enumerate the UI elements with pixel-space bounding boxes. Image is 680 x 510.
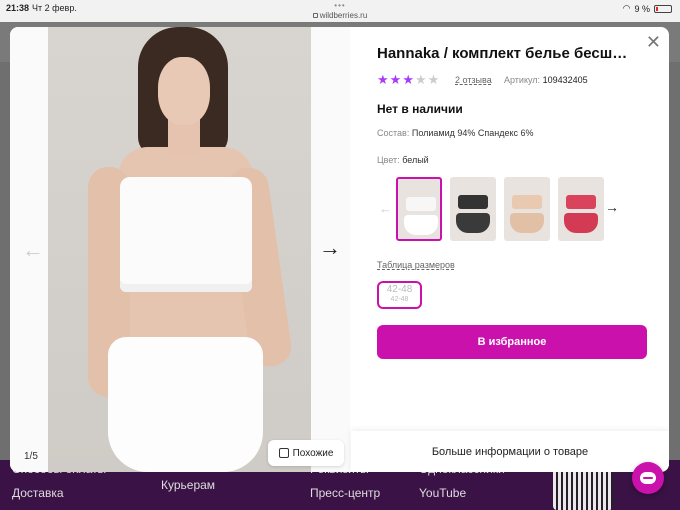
size-sub: 42-48 (390, 296, 409, 303)
reviews-link[interactable]: 2 отзыва (455, 75, 492, 85)
product-title: Hannaka / комплект белье бесш… (377, 45, 628, 62)
tab-dots: ••• (334, 1, 346, 10)
color-label: Цвет: белый (377, 155, 429, 165)
wifi-icon: ◠ (622, 3, 631, 13)
photo-next-icon[interactable]: → (319, 235, 341, 261)
footer-link-press[interactable]: Пресс-центр (310, 486, 380, 500)
size-main: 42-48 (386, 284, 413, 295)
product-photo[interactable] (48, 27, 311, 472)
similar-search-icon (278, 448, 289, 458)
address-bar[interactable]: wildberries.ru (0, 11, 680, 20)
chat-button[interactable] (632, 462, 664, 494)
photo-counter: 1/5 (24, 451, 38, 462)
color-variant-thumb[interactable] (558, 177, 604, 241)
more-info-button[interactable]: Больше информации о товаре (351, 431, 669, 472)
footer-link-youtube[interactable]: YouTube (419, 486, 466, 500)
color-variants: ← → (377, 177, 647, 243)
product-info: ✕ Hannaka / комплект белье бесш… ★ ★ ★ ★ ★ 2… (351, 27, 669, 472)
composition: Состав: Полиамид 94% Спандекс 6% (377, 128, 534, 138)
status-bar: 21:38 Чт 2 февр. ••• wildberries.ru ◠ 9 … (0, 0, 680, 22)
color-variant-thumb[interactable] (396, 177, 442, 241)
close-icon[interactable]: ✕ (646, 32, 661, 53)
footer-link-couriers[interactable]: Курьерам (161, 478, 215, 492)
size-table-link[interactable]: Таблица размеров (377, 260, 455, 270)
system-indicators: ◠ 9 % (623, 3, 672, 14)
photo-gallery: ← → 1/5 Похожие (10, 27, 350, 472)
star-icon: ★ (414, 72, 427, 87)
star-icon: ★ (427, 72, 440, 87)
rating-stars: ★ ★ ★ ★ ★ (377, 73, 439, 86)
size-option[interactable]: 42-48 42-48 (377, 281, 422, 309)
color-variant-thumb[interactable] (504, 177, 550, 241)
star-icon: ★ (389, 72, 402, 87)
color-variant-thumb[interactable] (450, 177, 496, 241)
photo-prev-icon[interactable]: ← (22, 237, 44, 263)
similar-button[interactable]: Похожие (268, 440, 344, 466)
chat-icon (640, 472, 656, 484)
battery-percent: 9 % (634, 3, 650, 14)
stock-status: Нет в наличии (377, 102, 463, 116)
variants-next-icon[interactable]: → (605, 199, 619, 215)
lock-icon (312, 13, 318, 18)
star-icon: ★ (377, 72, 389, 87)
variants-prev-icon[interactable]: ← (379, 201, 392, 216)
add-to-favorites-button[interactable]: В избранное (377, 325, 647, 359)
product-modal: ← → 1/5 Похожие ✕ Hannaka / комплект бел… (10, 27, 669, 472)
battery-icon (654, 4, 672, 13)
article-number: Артикул: 109432405 (504, 75, 588, 85)
footer-link-delivery[interactable]: Доставка (12, 486, 64, 500)
similar-label: Похожие (292, 447, 334, 459)
star-icon: ★ (402, 72, 414, 87)
